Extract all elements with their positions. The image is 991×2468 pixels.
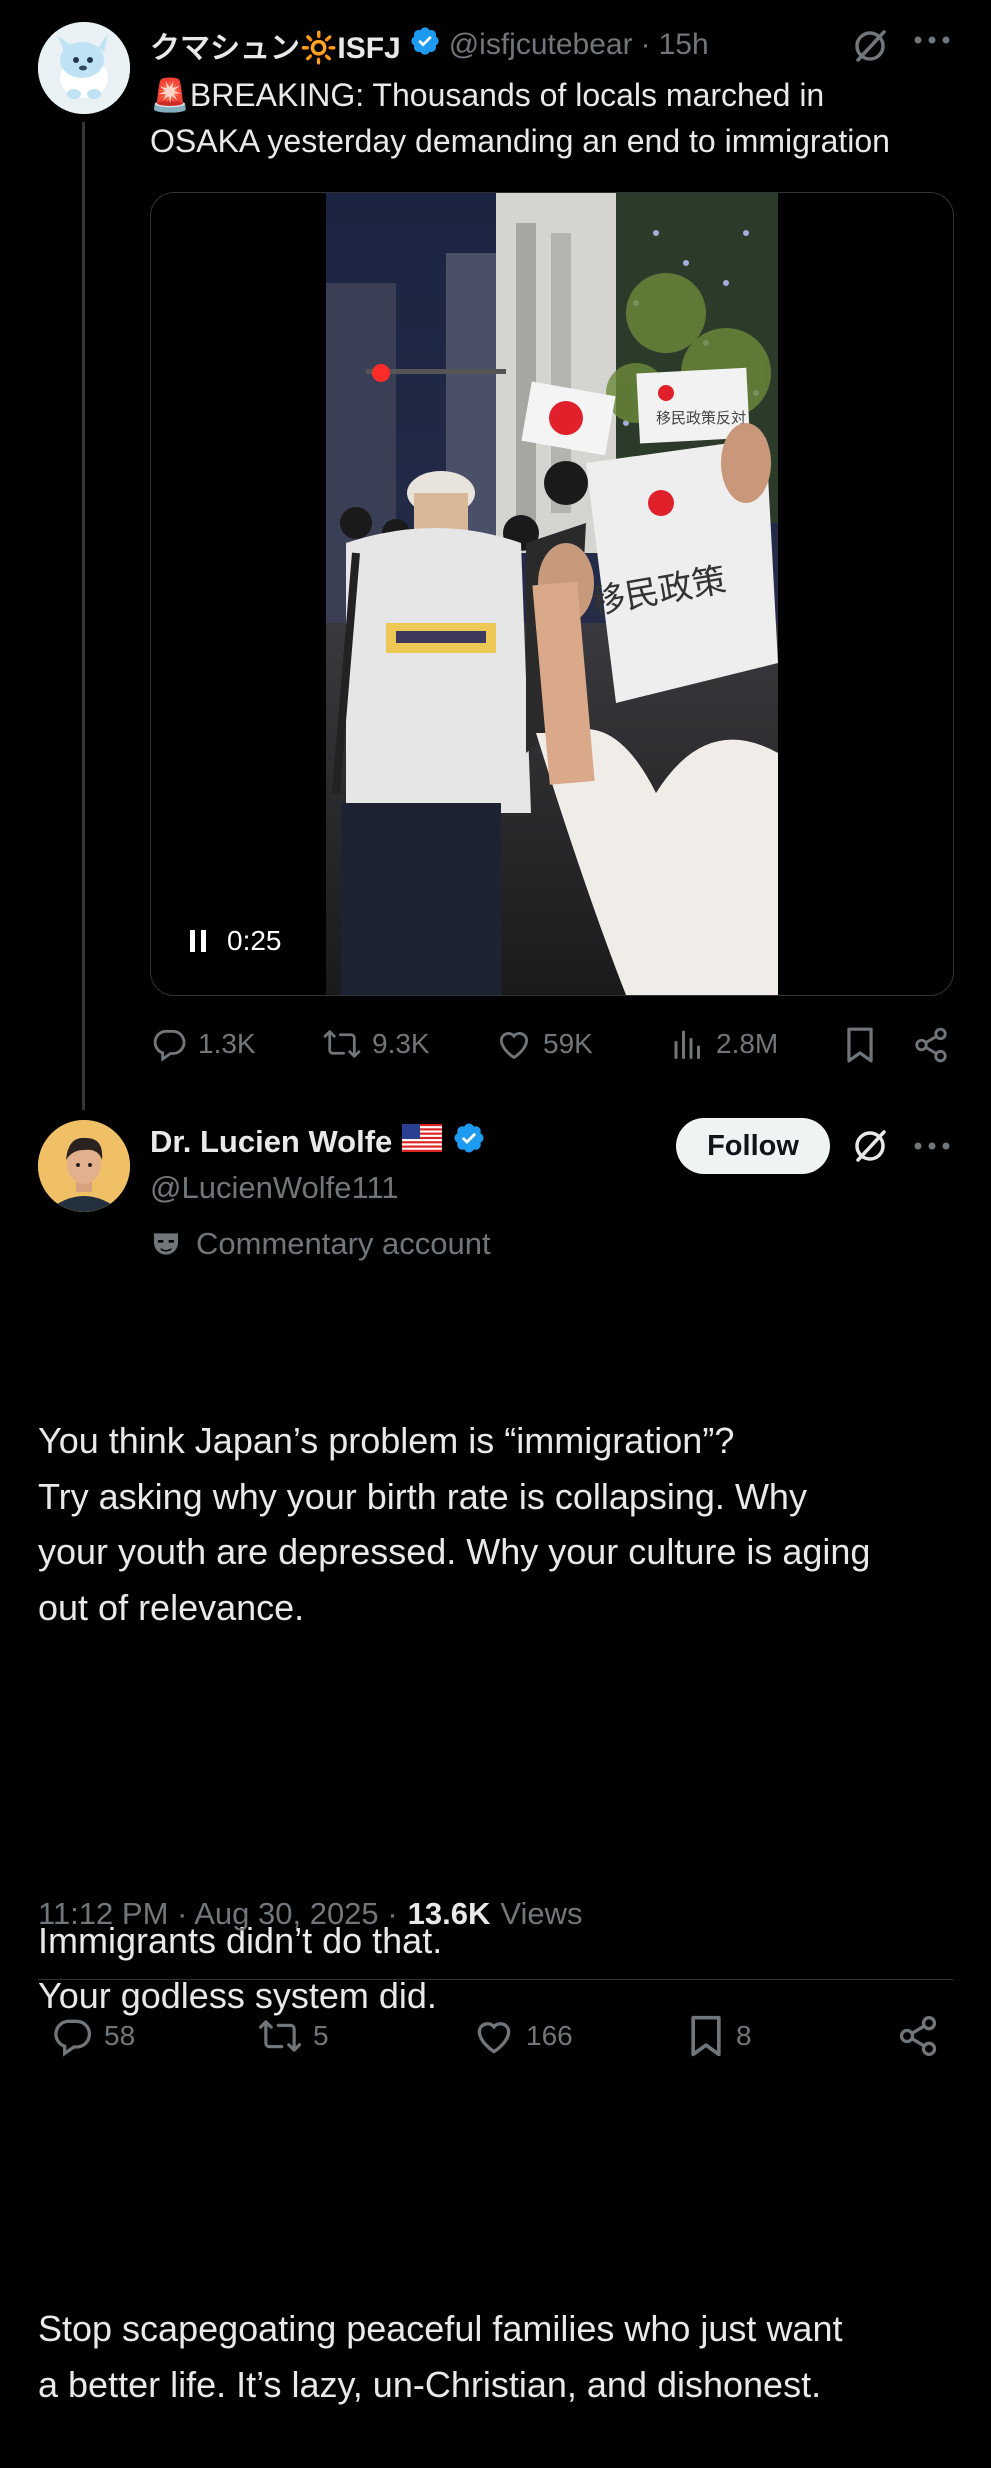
share-button[interactable] <box>912 1026 950 1064</box>
bookmark-button[interactable]: 8 <box>686 2014 752 2058</box>
like-count: 59K <box>543 1028 593 1059</box>
bookmark-button[interactable] <box>843 1026 877 1064</box>
pause-icon[interactable] <box>189 929 207 953</box>
post-text: 🚨BREAKING: Thousands of locals marched i… <box>150 72 890 164</box>
post-paragraph: You think Japan’s problem is “immigratio… <box>38 1420 871 1628</box>
reply-button[interactable]: 58 <box>50 2014 135 2058</box>
views-label: Views <box>500 1896 583 1931</box>
repost-count: 5 <box>313 2020 329 2051</box>
post-header: Dr. Lucien Wolfe <box>150 1120 486 1164</box>
video-playback-overlay: 0:25 <box>189 925 282 957</box>
analytics-icon <box>674 1030 700 1059</box>
bookmark-icon <box>847 1027 873 1063</box>
views-count: 13.6K <box>407 1896 491 1931</box>
more-options-icon[interactable] <box>912 34 952 46</box>
reply-count: 58 <box>104 2020 136 2051</box>
divider <box>38 1979 953 1980</box>
reply-icon <box>153 1029 186 1062</box>
grok-icon[interactable] <box>850 1126 890 1166</box>
display-name[interactable]: Dr. Lucien Wolfe <box>150 1124 392 1160</box>
reply-icon <box>54 2019 92 2057</box>
like-button[interactable]: 166 <box>472 2014 573 2058</box>
thread-connector-line <box>82 122 85 1110</box>
flag-emoji <box>402 1124 443 1160</box>
repost-button[interactable]: 9.3K <box>322 1025 430 1063</box>
views-button[interactable]: 2.8M <box>670 1025 778 1063</box>
video-card[interactable]: 移民政策反対 移民政策 0:25 <box>150 192 954 996</box>
share-icon <box>899 2016 937 2056</box>
post-body: You think Japan’s problem is “immigratio… <box>38 1302 968 2468</box>
sign-text: 移民政策反対 <box>656 409 746 427</box>
verified-badge-icon <box>452 1121 486 1163</box>
post-text-line: 🚨BREAKING: Thousands of locals marched i… <box>150 77 825 113</box>
separator-dot: · <box>640 28 651 61</box>
share-button[interactable] <box>896 2014 940 2058</box>
post-timestamp[interactable]: 11:12 PM · Aug 30, 2025 · <box>38 1896 398 1932</box>
repost-button[interactable]: 5 <box>257 2014 329 2058</box>
post-time[interactable]: 15h <box>659 28 709 62</box>
us-flag-icon <box>402 1124 443 1152</box>
repost-icon <box>323 1030 361 1058</box>
like-button[interactable]: 59K <box>495 1025 593 1063</box>
reply-button[interactable]: 1.3K <box>150 1025 256 1063</box>
post-header: クマシュン🔆ISFJ @isfjcutebear · 15h <box>150 22 709 68</box>
handle[interactable]: @LucienWolfe111 <box>150 1166 399 1210</box>
follow-button-label: Follow <box>707 1129 799 1162</box>
post-paragraph: Stop scapegoating peaceful families who … <box>38 2308 843 2405</box>
avatar[interactable] <box>38 1120 130 1212</box>
follow-button[interactable]: Follow <box>676 1118 830 1174</box>
theater-mask-icon <box>154 1233 178 1255</box>
heart-icon <box>477 2022 511 2054</box>
bookmark-icon <box>691 2015 721 2057</box>
account-label: Commentary account <box>150 1222 491 1266</box>
more-options-icon[interactable] <box>912 1140 952 1152</box>
video-frame[interactable]: 移民政策反対 移民政策 <box>326 193 778 995</box>
post-metadata: 11:12 PM · Aug 30, 2025 · 13.6K Views <box>38 1896 582 1932</box>
reply-count: 1.3K <box>198 1028 256 1059</box>
grok-icon[interactable] <box>850 26 890 66</box>
display-name[interactable]: クマシュン🔆ISFJ <box>150 23 401 67</box>
heart-icon <box>499 1032 529 1060</box>
bookmark-count: 8 <box>736 2020 752 2051</box>
video-time: 0:25 <box>227 925 282 956</box>
repost-count: 9.3K <box>372 1028 430 1059</box>
views-count: 2.8M <box>716 1028 779 1059</box>
verified-badge-icon <box>409 25 441 65</box>
post-text-line: OSAKA yesterday demanding an end to immi… <box>150 123 890 159</box>
repost-icon <box>258 2020 302 2052</box>
like-count: 166 <box>526 2020 573 2051</box>
avatar[interactable] <box>38 22 130 114</box>
handle[interactable]: @isfjcutebear <box>449 28 633 62</box>
share-icon <box>915 1027 947 1063</box>
account-label-text: Commentary account <box>196 1226 491 1261</box>
